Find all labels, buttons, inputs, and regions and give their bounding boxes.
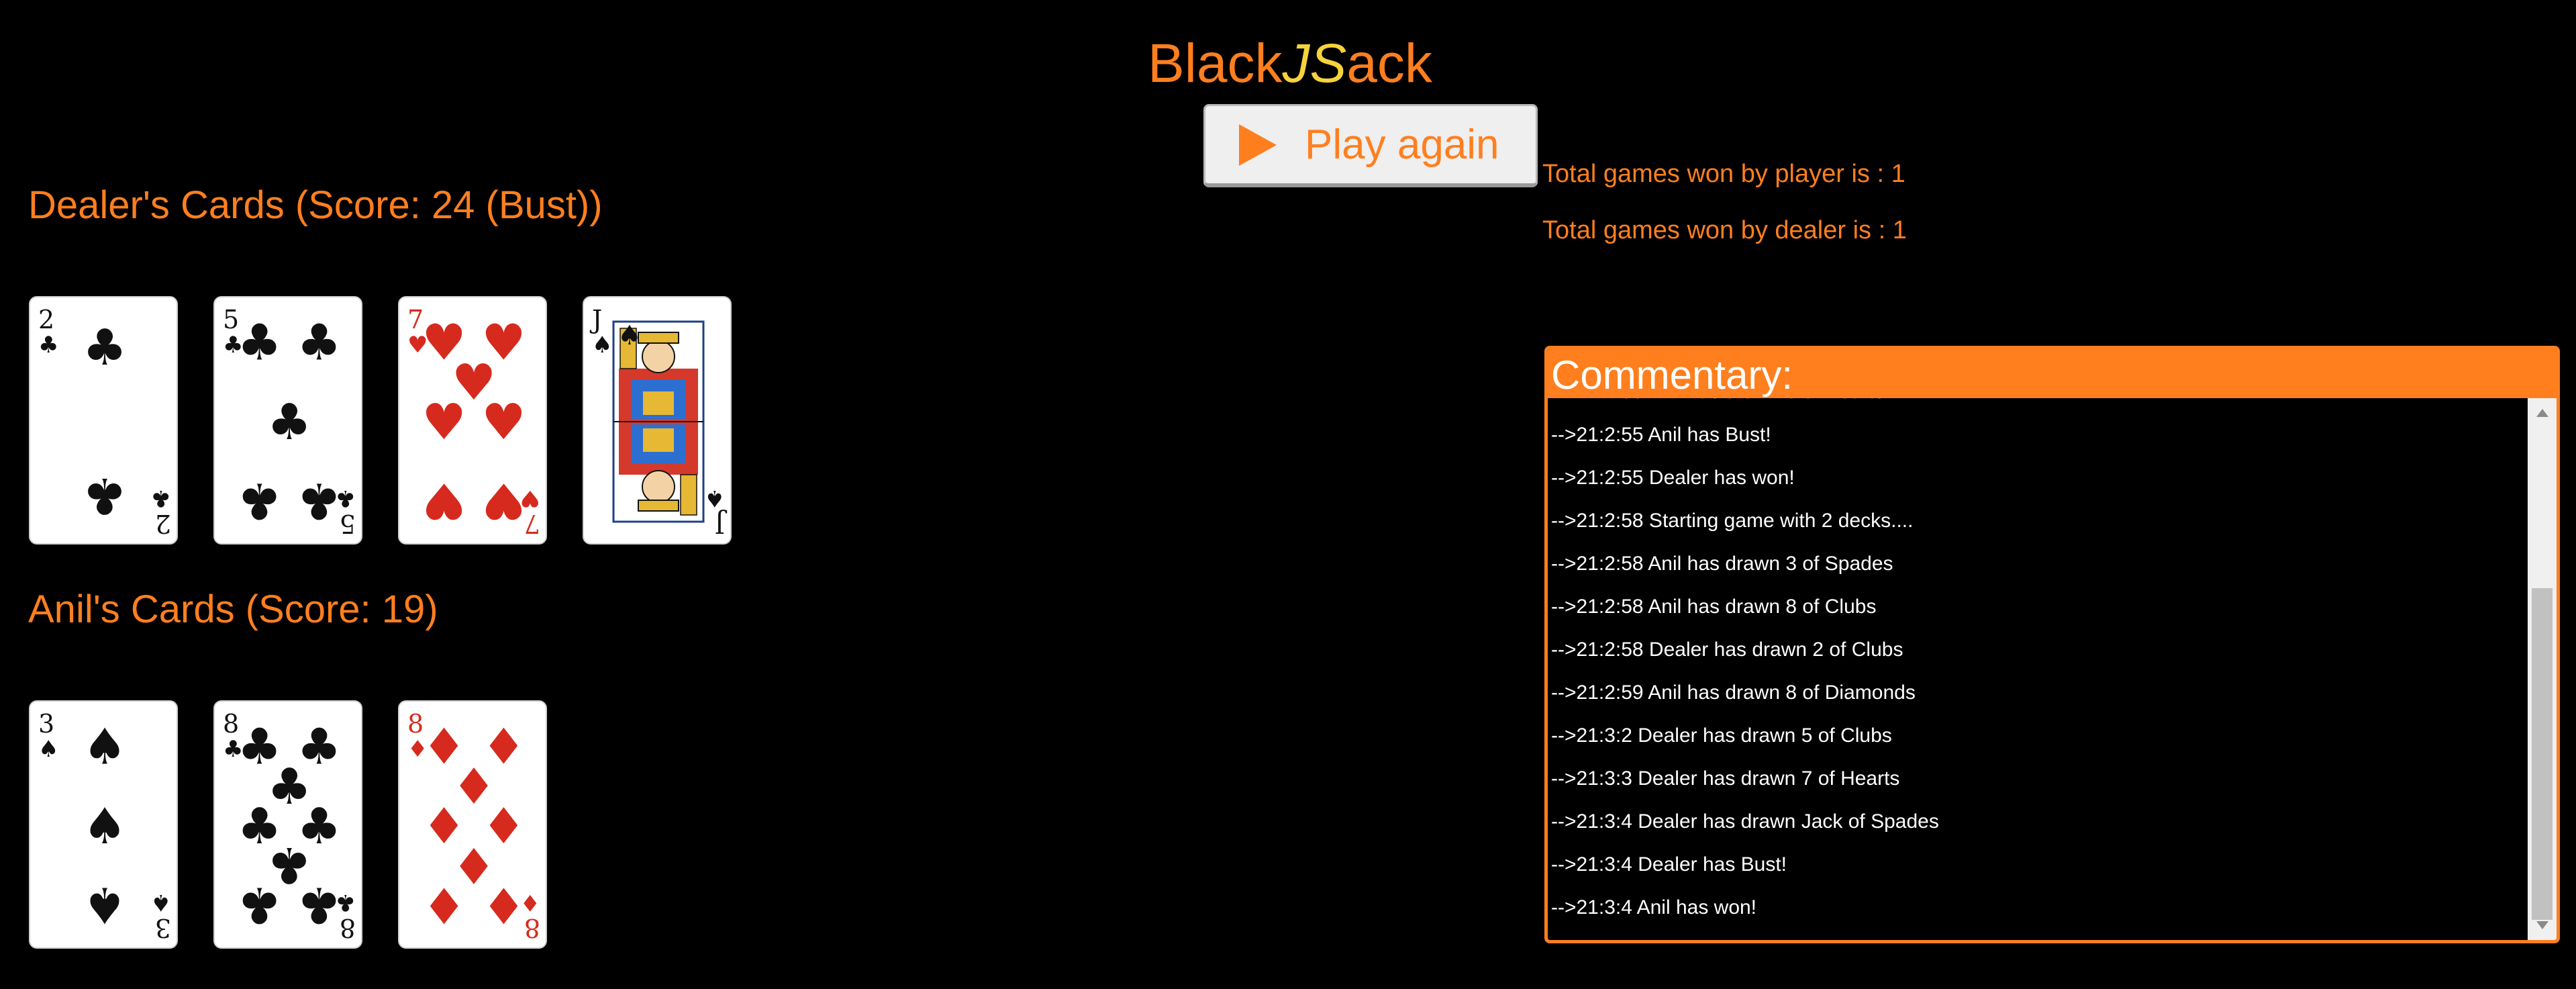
diamonds-pip-icon: ♦	[481, 876, 526, 933]
clubs-pip-icon: ♣	[297, 471, 341, 529]
commentary-line: -->21:3:4 Anil has won!	[1551, 896, 1757, 919]
card-rank-label: 2	[155, 509, 171, 538]
spades-suit-icon: ♠	[617, 320, 642, 351]
clubs-suit-icon: ♣	[38, 332, 58, 359]
title-part-black: Black	[1148, 33, 1283, 94]
commentary-line: -->21:2:55 Anil has Bust!	[1551, 424, 1771, 446]
game-root: BlackJSack Play again Total games won by…	[0, 0, 2576, 989]
commentary-scrollbar[interactable]	[2528, 398, 2557, 940]
clubs-pip-icon: ♣	[83, 319, 127, 377]
dealer-card-3: 7 ♥ 7 ♥ ♥ ♥ ♥ ♥ ♥ ♥ ♥	[398, 296, 547, 545]
clubs-pip-icon: ♣	[237, 314, 281, 372]
spades-suit-icon: ♠	[151, 889, 171, 916]
card-rank-label: J	[715, 509, 728, 538]
hearts-pip-icon: ♥	[422, 471, 466, 529]
diamonds-pip-icon: ♦	[422, 876, 466, 933]
hearts-pip-icon: ♥	[422, 393, 466, 451]
commentary-line: -->21:3:2 Dealer has drawn 5 of Clubs	[1551, 724, 1892, 747]
commentary-line: -->21:2:59 Anil has drawn 8 of Diamonds	[1551, 681, 1916, 704]
hearts-pip-icon: ♥	[481, 393, 526, 451]
commentary-line-partial: -->21:2:55 Anil has drawn 6 of Hearts	[1551, 398, 1884, 404]
dealer-card-4: J ♠ J ♠ ♠	[583, 296, 732, 545]
clubs-pip-icon: ♣	[237, 876, 281, 933]
player-card-3: 8 ♦ 8 ♦ ♦ ♦ ♦ ♦ ♦ ♦ ♦ ♦	[398, 700, 547, 949]
commentary-line: -->21:3:3 Dealer has drawn 7 of Hearts	[1551, 767, 1900, 790]
player-card-2: 8 ♣ 8 ♣ ♣ ♣ ♣ ♣ ♣ ♣ ♣ ♣	[213, 700, 362, 949]
scroll-up-arrow-icon[interactable]	[2536, 409, 2548, 417]
commentary-log[interactable]: -->21:2:55 Anil has drawn 6 of Hearts -->…	[1548, 398, 2528, 940]
player-cards-heading: Anil's Cards (Score: 19)	[28, 587, 438, 631]
spades-suit-icon: ♠	[705, 485, 725, 512]
dealer-wins-stat: Total games won by dealer is : 1	[1542, 216, 1907, 244]
spades-pip-icon: ♠	[83, 876, 127, 933]
spades-suit-icon: ♠	[592, 332, 612, 359]
clubs-suit-icon: ♣	[151, 485, 171, 512]
clubs-pip-icon: ♣	[83, 467, 127, 524]
commentary-heading: Commentary:	[1548, 349, 2557, 398]
player-wins-stat: Total games won by player is : 1	[1542, 160, 1905, 188]
clubs-pip-icon: ♣	[267, 393, 311, 451]
commentary-line: -->21:2:58 Anil has drawn 3 of Spades	[1551, 553, 1893, 575]
player-card-1: 3 ♠ 3 ♠ ♠ ♠ ♠	[29, 700, 178, 949]
spades-pip-icon: ♠	[83, 798, 127, 855]
dealer-cards-heading: Dealer's Cards (Score: 24 (Bust))	[28, 183, 603, 227]
clubs-pip-icon: ♣	[297, 876, 341, 933]
spades-pip-icon: ♠	[83, 718, 127, 776]
commentary-line: -->21:3:4 Dealer has drawn Jack of Spade…	[1551, 810, 1939, 833]
dealer-card-1: 2 ♣ 2 ♣ ♣ ♣	[29, 296, 178, 545]
clubs-pip-icon: ♣	[297, 314, 341, 372]
commentary-panel: Commentary: -->21:2:55 Anil has drawn 6 …	[1544, 346, 2560, 943]
play-icon	[1239, 124, 1277, 166]
title-part-ack: ack	[1346, 33, 1432, 94]
hearts-pip-icon: ♥	[481, 471, 526, 529]
commentary-line: -->21:2:58 Starting game with 2 decks...…	[1551, 510, 1914, 532]
scrollbar-thumb[interactable]	[2532, 588, 2553, 920]
commentary-line: -->21:2:58 Anil has drawn 8 of Clubs	[1551, 596, 1877, 618]
play-again-label: Play again	[1305, 122, 1499, 168]
commentary-line: -->21:2:58 Dealer has drawn 2 of Clubs	[1551, 639, 1903, 661]
card-rank-label: 3	[155, 913, 171, 943]
clubs-pip-icon: ♣	[237, 471, 281, 529]
spades-suit-icon: ♠	[38, 736, 58, 763]
commentary-line: -->21:2:55 Dealer has won!	[1551, 467, 1795, 489]
scroll-down-arrow-icon[interactable]	[2536, 921, 2548, 929]
card-rank-label: 3	[38, 709, 54, 739]
title-part-js: JS	[1282, 33, 1347, 94]
play-again-button[interactable]: Play again	[1203, 104, 1538, 187]
dealer-card-2: 5 ♣ 5 ♣ ♣ ♣ ♣ ♣ ♣	[213, 296, 362, 545]
game-title: BlackJSack	[1148, 32, 1432, 95]
card-rank-label: 2	[38, 305, 54, 334]
commentary-line: -->21:3:4 Dealer has Bust!	[1551, 853, 1787, 876]
card-rank-label: J	[589, 305, 602, 334]
